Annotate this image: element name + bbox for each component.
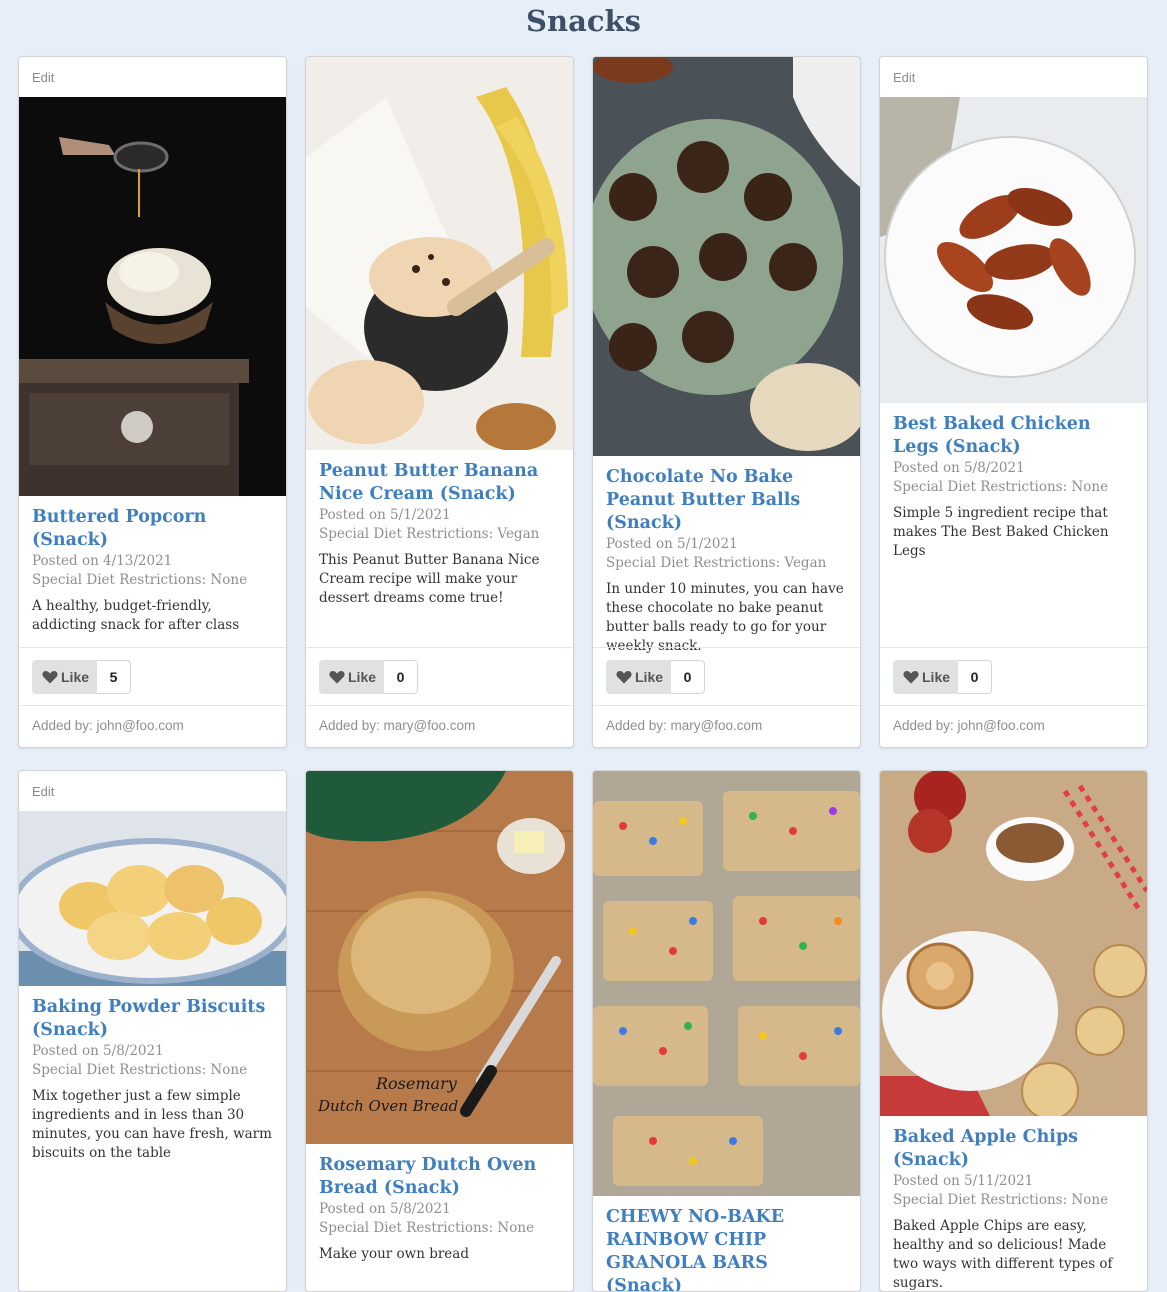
added-by: Added by: john@foo.com xyxy=(880,705,1147,746)
posted-date: Posted on 5/8/2021 xyxy=(319,1201,451,1217)
edit-link[interactable]: Edit xyxy=(32,70,54,85)
like-button[interactable]: Like xyxy=(32,660,98,694)
diet-restrictions: Special Diet Restrictions: None xyxy=(32,1062,248,1078)
recipe-title[interactable]: Rosemary Dutch Oven Bread (Snack) xyxy=(319,1154,560,1200)
like-control: Like 0 xyxy=(319,660,419,694)
recipe-description: Baked Apple Chips are easy, healthy and … xyxy=(893,1218,1113,1291)
like-count: 5 xyxy=(97,660,132,694)
recipe-card: Rosemary Dutch Oven Bread Rosemary Dutch… xyxy=(305,770,574,1292)
recipe-description: Mix together just a few simple ingredien… xyxy=(32,1088,272,1161)
recipe-image[interactable] xyxy=(593,771,860,1196)
recipe-card: Edit Buttered Popcorn (Snack) Posted on … xyxy=(18,56,287,748)
edit-link[interactable]: Edit xyxy=(893,70,915,85)
page-title: Snacks xyxy=(526,4,641,38)
recipe-card: Edit Baking Powder Biscuits (Snack) Post… xyxy=(18,770,287,1292)
recipe-image[interactable] xyxy=(880,97,1147,403)
like-button[interactable]: Like xyxy=(319,660,385,694)
card-actions: Like 0 xyxy=(593,647,860,705)
recipe-title[interactable]: CHEWY NO-BAKE RAINBOW CHIP GRANOLA BARS … xyxy=(606,1206,847,1291)
like-control: Like 5 xyxy=(32,660,132,694)
edit-bar: Edit xyxy=(19,57,286,97)
recipe-description: In under 10 minutes, you can have these … xyxy=(606,581,844,654)
posted-date: Posted on 5/8/2021 xyxy=(893,460,1025,476)
recipe-title[interactable]: Chocolate No Bake Peanut Butter Balls (S… xyxy=(606,466,847,535)
heart-icon xyxy=(329,671,345,684)
recipe-title[interactable]: Best Baked Chicken Legs (Snack) xyxy=(893,413,1134,459)
recipe-description: This Peanut Butter Banana Nice Cream rec… xyxy=(319,552,540,606)
like-count: 0 xyxy=(671,660,706,694)
heart-icon xyxy=(903,671,919,684)
recipe-title[interactable]: Buttered Popcorn (Snack) xyxy=(32,506,273,552)
heart-icon xyxy=(616,671,632,684)
recipe-description: Make your own bread xyxy=(319,1246,469,1262)
diet-restrictions: Special Diet Restrictions: None xyxy=(893,479,1109,495)
recipe-title[interactable]: Baking Powder Biscuits (Snack) xyxy=(32,996,273,1042)
like-button[interactable]: Like xyxy=(606,660,672,694)
card-actions: Like 0 xyxy=(880,647,1147,705)
diet-restrictions: Special Diet Restrictions: None xyxy=(893,1192,1109,1208)
recipe-description: A healthy, budget-friendly, addicting sn… xyxy=(32,598,240,633)
edit-link[interactable]: Edit xyxy=(32,784,54,799)
like-control: Like 0 xyxy=(606,660,706,694)
like-count: 0 xyxy=(958,660,993,694)
recipe-image[interactable] xyxy=(880,771,1147,1116)
recipe-image[interactable] xyxy=(19,811,286,986)
like-label: Like xyxy=(61,669,90,685)
diet-restrictions: Special Diet Restrictions: Vegan xyxy=(319,526,540,542)
posted-date: Posted on 5/1/2021 xyxy=(606,536,738,552)
heart-icon xyxy=(42,671,58,684)
card-actions: Like 5 xyxy=(19,647,286,705)
diet-restrictions: Special Diet Restrictions: None xyxy=(319,1220,535,1236)
edit-bar: Edit xyxy=(880,57,1147,97)
like-count: 0 xyxy=(384,660,419,694)
diet-restrictions: Special Diet Restrictions: None xyxy=(32,572,248,588)
added-by: Added by: mary@foo.com xyxy=(306,705,573,746)
recipe-image[interactable] xyxy=(19,97,286,496)
posted-date: Posted on 5/8/2021 xyxy=(32,1043,164,1059)
like-label: Like xyxy=(635,669,664,685)
recipe-card: Edit Best Baked Chicken Legs (Snack) Pos… xyxy=(879,56,1148,748)
recipe-card: Peanut Butter Banana Nice Cream (Snack) … xyxy=(305,56,574,748)
posted-date: Posted on 5/1/2021 xyxy=(319,507,451,523)
posted-date: Posted on 4/13/2021 xyxy=(32,553,173,569)
recipe-title[interactable]: Peanut Butter Banana Nice Cream (Snack) xyxy=(319,460,560,506)
recipe-description: Simple 5 ingredient recipe that makes Th… xyxy=(893,505,1109,559)
recipe-image[interactable] xyxy=(593,57,860,456)
added-by: Added by: john@foo.com xyxy=(19,705,286,746)
diet-restrictions: Special Diet Restrictions: Vegan xyxy=(606,555,827,571)
like-label: Like xyxy=(922,669,951,685)
image-caption: Dutch Oven Bread xyxy=(317,1097,458,1115)
added-by: Added by: mary@foo.com xyxy=(593,705,860,746)
recipe-card: CHEWY NO-BAKE RAINBOW CHIP GRANOLA BARS … xyxy=(592,770,861,1292)
recipe-image[interactable]: Rosemary Dutch Oven Bread xyxy=(306,771,573,1144)
recipe-card: Chocolate No Bake Peanut Butter Balls (S… xyxy=(592,56,861,748)
recipe-image[interactable] xyxy=(306,57,573,450)
recipe-title[interactable]: Baked Apple Chips (Snack) xyxy=(893,1126,1134,1172)
edit-bar: Edit xyxy=(19,771,286,811)
posted-date: Posted on 5/11/2021 xyxy=(893,1173,1034,1189)
like-label: Like xyxy=(348,669,377,685)
image-caption: Rosemary xyxy=(375,1074,458,1093)
recipe-card: Baked Apple Chips (Snack) Posted on 5/11… xyxy=(879,770,1148,1292)
like-button[interactable]: Like xyxy=(893,660,959,694)
card-actions: Like 0 xyxy=(306,647,573,705)
like-control: Like 0 xyxy=(893,660,993,694)
